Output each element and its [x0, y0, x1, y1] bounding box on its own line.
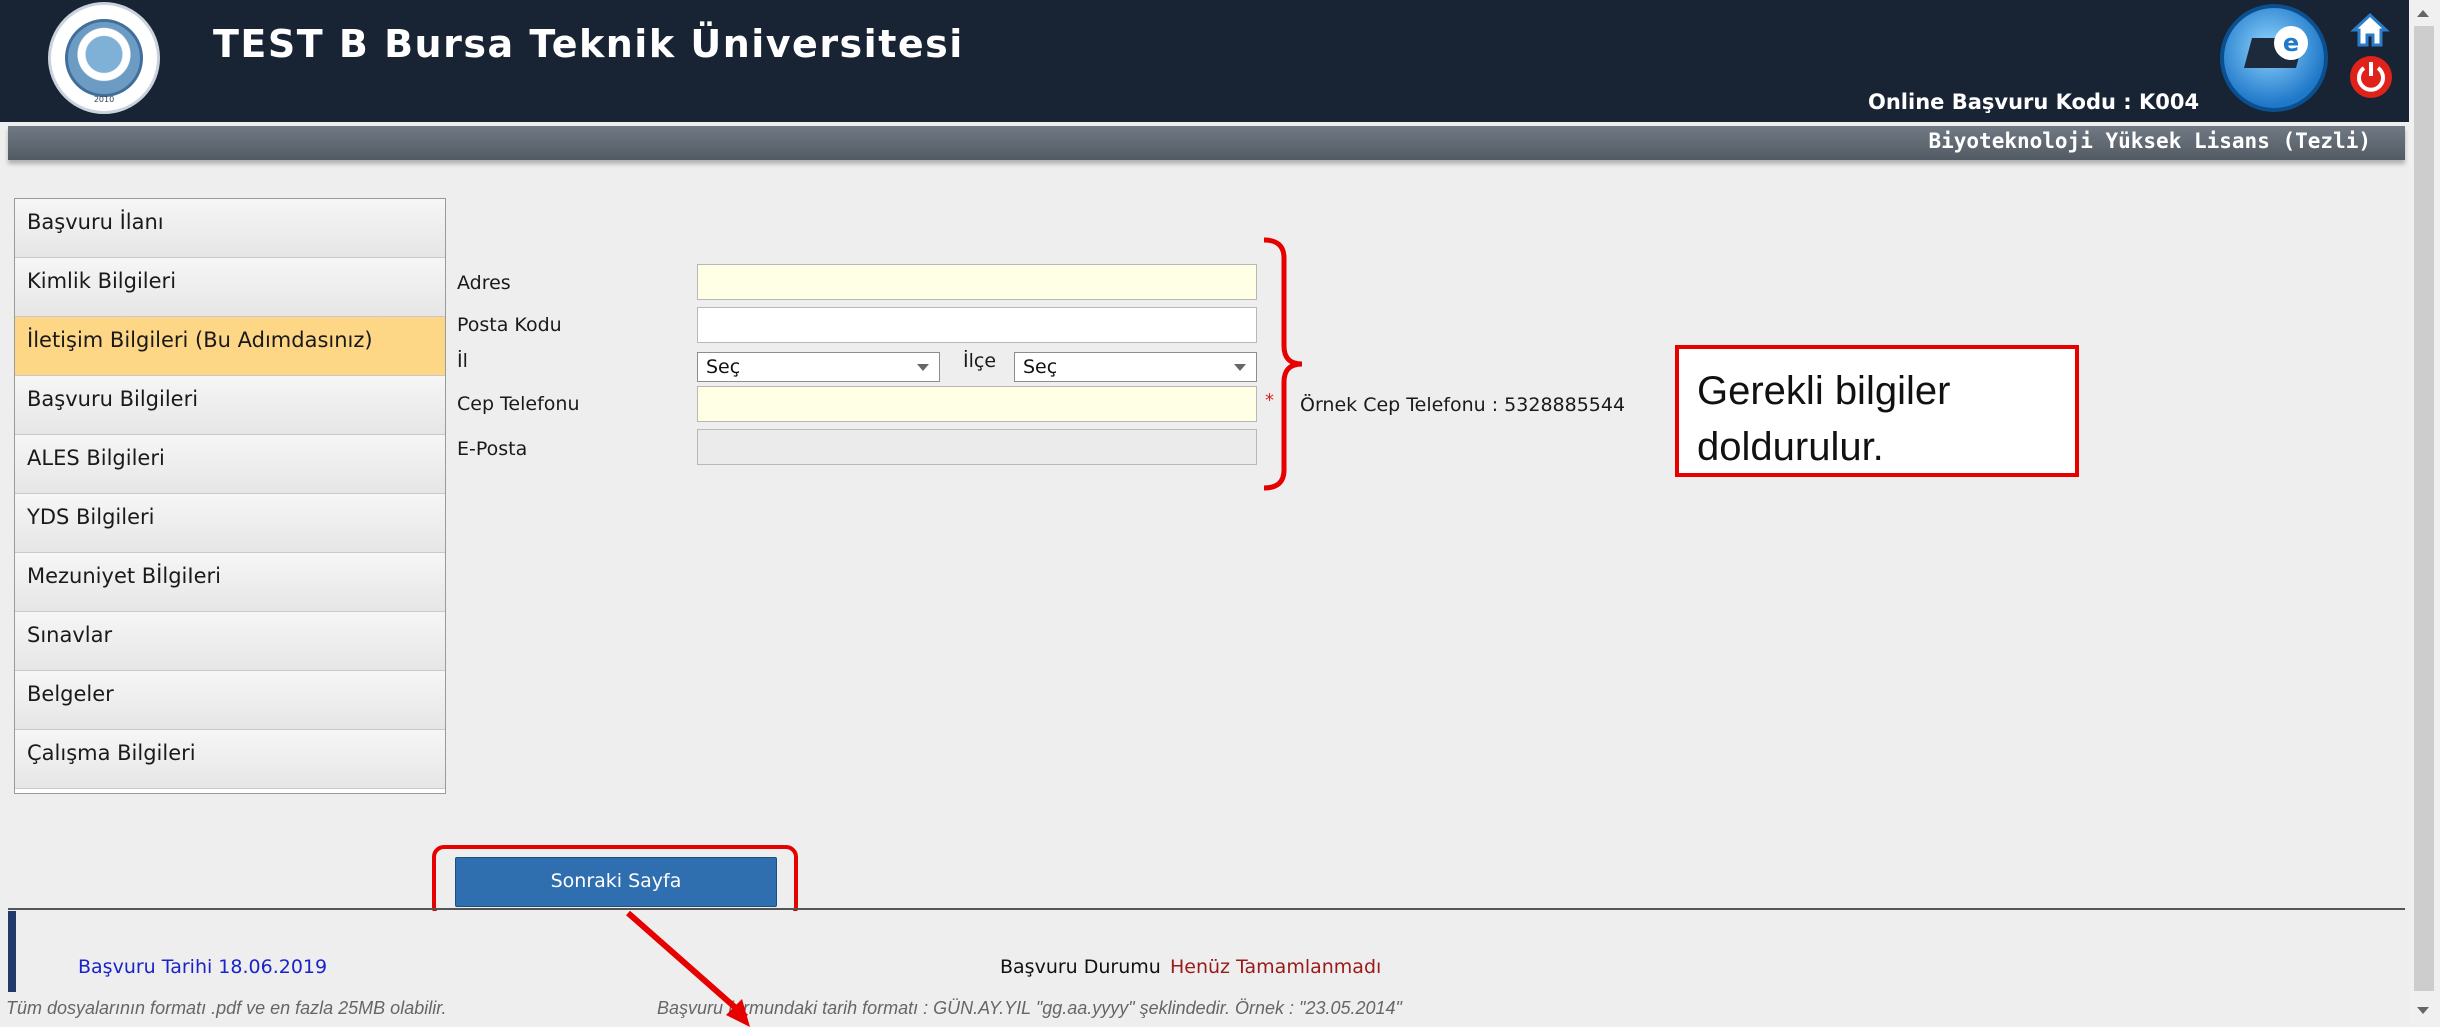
- next-page-button[interactable]: Sonraki Sayfa: [455, 857, 777, 907]
- sidebar-item-basvuru-bilgileri[interactable]: Başvuru Bilgileri: [15, 376, 445, 435]
- address-field[interactable]: [697, 264, 1257, 300]
- sidebar-item-iletisim-bilgileri[interactable]: İletişim Bilgileri (Bu Adımdasınız): [15, 317, 445, 376]
- footer-divider: [8, 908, 2405, 910]
- header: 2010 TEST B Bursa Teknik Üniversitesi On…: [0, 0, 2409, 122]
- phone-example-hint: Örnek Cep Telefonu : 5328885544: [1300, 394, 1626, 416]
- file-format-note: Tüm dosyalarının formatı .pdf ve en fazl…: [6, 998, 447, 1018]
- callout-line-2: doldurulur.: [1697, 425, 1884, 469]
- address-label: Adres: [457, 272, 511, 294]
- e-letter-icon: e: [2274, 26, 2308, 60]
- logo-year: 2010: [93, 95, 115, 104]
- eportal-logo: e: [2220, 4, 2328, 112]
- scroll-down-icon[interactable]: [2417, 1007, 2429, 1014]
- callout-line-1: Gerekli bilgiler: [1697, 369, 1951, 413]
- annotation-arrow: [626, 910, 750, 1027]
- district-select[interactable]: Seç: [1014, 352, 1257, 382]
- sidebar-item-calisma-bilgileri[interactable]: Çalışma Bilgileri: [15, 730, 445, 789]
- chevron-down-icon: [917, 364, 929, 371]
- mobile-phone-field[interactable]: [697, 386, 1257, 422]
- city-label: İl: [457, 350, 468, 372]
- chevron-down-icon: [1234, 364, 1246, 371]
- city-select[interactable]: Seç: [697, 352, 940, 382]
- steps-sidebar: Başvuru İlanı Kimlik Bilgileri İletişim …: [14, 198, 446, 794]
- scroll-up-icon[interactable]: [2417, 10, 2429, 17]
- sidebar-item-ales-bilgileri[interactable]: ALES Bilgileri: [15, 435, 445, 494]
- application-status-value: Henüz Tamamlanmadı: [1170, 956, 1382, 978]
- postal-code-field[interactable]: [697, 307, 1257, 343]
- program-name: Biyoteknoloji Yüksek Lisans (Tezli): [1928, 129, 2371, 153]
- annotation-brace: [1263, 237, 1303, 491]
- sidebar-item-mezuniyet-bilgileri[interactable]: Mezuniyet BİlgiIeri: [15, 553, 445, 612]
- application-code: Online Başvuru Kodu : K004: [1868, 90, 2200, 114]
- city-select-value: Seç: [706, 356, 741, 378]
- footer-bar: [8, 911, 2405, 992]
- postal-code-label: Posta Kodu: [457, 314, 562, 336]
- logout-power-icon[interactable]: [2350, 56, 2392, 98]
- email-field[interactable]: [697, 429, 1257, 465]
- sidebar-item-sinavlar[interactable]: Sınavlar: [15, 612, 445, 671]
- annotation-callout: Gerekli bilgiler doldurulur.: [1675, 345, 2079, 477]
- sidebar-item-yds-bilgileri[interactable]: YDS Bilgileri: [15, 494, 445, 553]
- sidebar-item-basvuru-ilani[interactable]: Başvuru İlanı: [15, 199, 445, 258]
- district-select-value: Seç: [1023, 356, 1058, 378]
- university-logo: 2010: [48, 2, 160, 114]
- application-status-label: Başvuru Durumu: [1000, 956, 1161, 978]
- district-label: İlçe: [963, 350, 997, 372]
- page-scrollbar[interactable]: [2409, 0, 2440, 1027]
- site-title: TEST B Bursa Teknik Üniversitesi: [213, 22, 964, 66]
- scrollbar-thumb[interactable]: [2414, 26, 2434, 991]
- sidebar-item-belgeler[interactable]: Belgeler: [15, 671, 445, 730]
- home-icon[interactable]: [2350, 10, 2390, 50]
- sidebar-item-kimlik-bilgileri[interactable]: Kimlik Bilgileri: [15, 258, 445, 317]
- logo-emblem-icon: [65, 19, 143, 97]
- program-bar: Biyoteknoloji Yüksek Lisans (Tezli): [8, 126, 2405, 160]
- mobile-phone-label: Cep Telefonu: [457, 393, 580, 415]
- application-date: Başvuru Tarihi 18.06.2019: [78, 956, 328, 978]
- email-label: E-Posta: [457, 438, 528, 460]
